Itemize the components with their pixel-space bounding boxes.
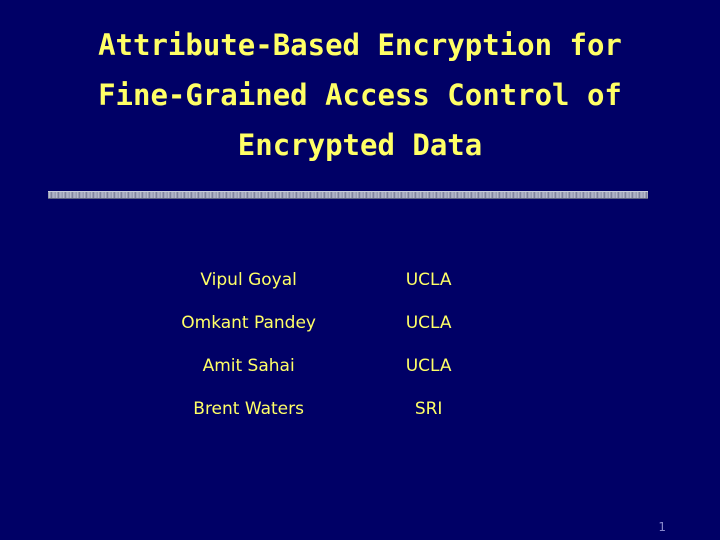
author-name: Omkant Pandey [181, 312, 316, 333]
author-affiliation: SRI [414, 398, 443, 419]
slide-title: Attribute-Based Encryption for Fine-Grai… [40, 20, 680, 170]
author-row: Amit Sahai UCLA [150, 344, 510, 387]
title-line: Attribute-Based Encryption for [98, 28, 622, 62]
page-number: 1 [658, 520, 666, 534]
author-name: Vipul Goyal [200, 269, 297, 290]
author-affiliation: UCLA [405, 312, 452, 333]
author-row: Brent Waters SRI [150, 387, 510, 430]
author-name: Brent Waters [193, 398, 304, 419]
title-line: Encrypted Data [237, 128, 483, 162]
title-divider [48, 191, 648, 199]
author-affiliation: UCLA [405, 269, 452, 290]
title-line: Fine-Grained Access Control of [98, 78, 622, 112]
author-list: Vipul Goyal UCLA Omkant Pandey UCLA Amit… [150, 258, 510, 430]
author-row: Vipul Goyal UCLA [150, 258, 510, 301]
author-row: Omkant Pandey UCLA [150, 301, 510, 344]
slide: Attribute-Based Encryption for Fine-Grai… [0, 0, 720, 540]
author-name: Amit Sahai [202, 355, 295, 376]
author-affiliation: UCLA [405, 355, 452, 376]
